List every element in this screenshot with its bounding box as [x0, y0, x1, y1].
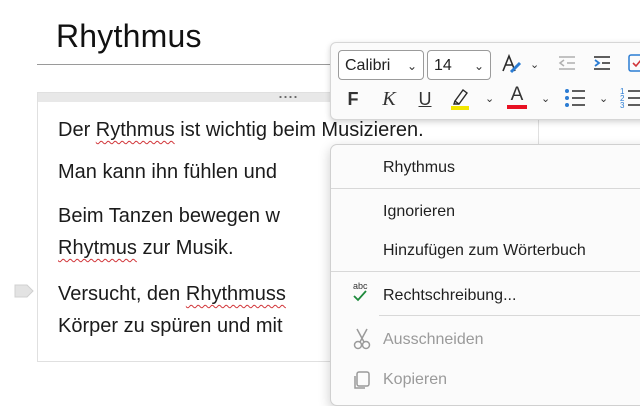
text-effects-button[interactable]	[497, 51, 525, 79]
chevron-down-icon[interactable]: ⌄	[485, 92, 494, 105]
text-run: zur Musik.	[136, 237, 234, 259]
bullet-list-icon	[565, 89, 585, 107]
misspelled-word[interactable]: Rhytmus	[58, 237, 137, 259]
misspelled-word[interactable]: Rythmus	[96, 119, 175, 141]
svg-text:3: 3	[620, 101, 625, 110]
mini-formatting-toolbar: Calibri ⌄ 14 ⌄ ⌄ F K U ⌄ A ⌄ ⌄ 1 2 3	[330, 42, 640, 120]
spelling-check-icon: abc	[351, 281, 373, 303]
font-name-combobox[interactable]: Calibri ⌄	[338, 50, 424, 80]
font-color-bar	[507, 105, 527, 109]
menu-item-spelling[interactable]: Rechtschreibung...	[383, 287, 516, 305]
bold-button[interactable]: F	[339, 85, 367, 113]
font-color-button[interactable]: A	[503, 83, 531, 111]
decrease-indent-icon	[558, 56, 575, 70]
paragraph-handle-icon[interactable]	[14, 284, 34, 298]
checkbox-tag-icon	[628, 54, 640, 72]
menu-item-ignore[interactable]: Ignorieren	[383, 203, 455, 221]
font-size-value: 14	[434, 57, 452, 74]
page-title[interactable]: Rhythmus	[56, 18, 202, 55]
underline-button[interactable]: U	[411, 85, 439, 113]
misspelled-word[interactable]: Rhythmuss	[186, 283, 286, 305]
chevron-down-icon[interactable]: ⌄	[541, 92, 550, 105]
drag-grip-icon[interactable]	[278, 95, 298, 99]
paragraph-3-line-2[interactable]: Rhytmus zur Musik.	[58, 233, 234, 263]
menu-item-cut[interactable]: Ausschneiden	[383, 331, 484, 349]
increase-indent-button[interactable]	[588, 51, 616, 79]
text-run: Beim Tanzen bewegen w	[58, 205, 280, 227]
menu-item-suggestion[interactable]: Rhythmus	[383, 159, 455, 177]
paragraph-4-line-2[interactable]: Körper zu spüren und mit	[58, 311, 283, 341]
copy-icon	[351, 369, 373, 391]
increase-indent-icon	[594, 56, 610, 70]
menu-separator	[379, 315, 640, 316]
text-effects-icon	[502, 53, 522, 74]
numbered-list-icon: 1 2 3	[620, 87, 640, 110]
paragraph-3[interactable]: Beim Tanzen bewegen w	[58, 201, 280, 231]
spelling-context-menu: Rhythmus Ignorieren Hinzufügen zum Wörte…	[330, 144, 640, 406]
to-do-tag-button[interactable]	[623, 51, 640, 79]
chevron-down-icon: ⌄	[406, 59, 417, 73]
decrease-indent-button[interactable]	[553, 51, 581, 79]
text-run: ist wichtig beim Musizieren.	[174, 119, 424, 141]
highlight-color-bar	[451, 106, 469, 110]
title-underline	[37, 64, 337, 65]
text-run: Man kann ihn fühlen und	[58, 161, 278, 183]
paragraph-4[interactable]: Versucht, den Rhythmuss	[58, 279, 286, 309]
font-name-value: Calibri	[345, 57, 391, 74]
menu-separator	[331, 271, 640, 272]
text-run: Der	[58, 119, 96, 141]
highlight-button[interactable]	[446, 85, 474, 113]
italic-button[interactable]: K	[375, 85, 403, 113]
text-run: Versucht, den	[58, 283, 186, 305]
chevron-down-icon[interactable]: ⌄	[599, 92, 608, 105]
menu-separator	[331, 188, 640, 189]
bullets-button[interactable]	[561, 85, 589, 113]
scissors-icon	[351, 327, 373, 351]
menu-item-add-to-dictionary[interactable]: Hinzufügen zum Wörterbuch	[383, 242, 586, 260]
menu-item-copy[interactable]: Kopieren	[383, 371, 447, 389]
font-size-combobox[interactable]: 14 ⌄	[427, 50, 491, 80]
numbering-button[interactable]: 1 2 3	[617, 85, 640, 113]
text-run: Körper zu spüren und mit	[58, 315, 283, 337]
highlighter-icon	[451, 89, 469, 110]
paragraph-2[interactable]: Man kann ihn fühlen und	[58, 157, 277, 187]
chevron-down-icon: ⌄	[473, 59, 484, 73]
font-color-letter: A	[510, 84, 524, 105]
chevron-down-icon[interactable]: ⌄	[530, 58, 539, 71]
